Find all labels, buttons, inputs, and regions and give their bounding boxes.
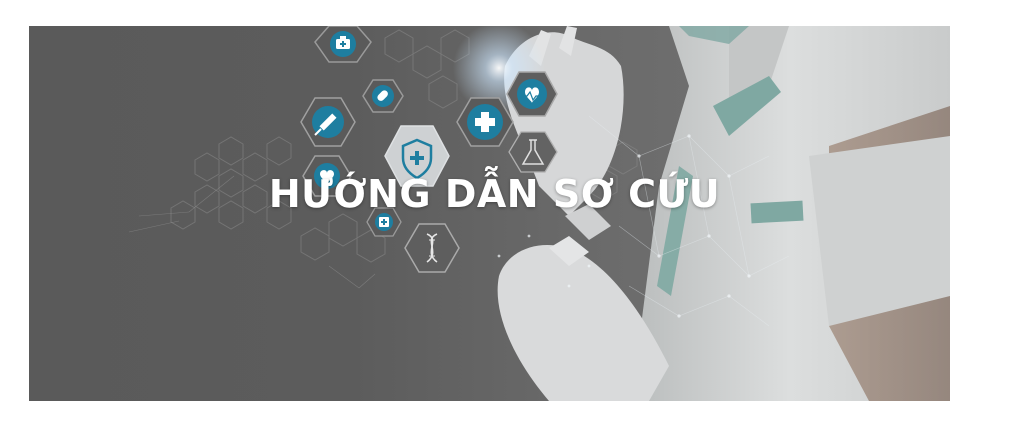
syringe-icon xyxy=(300,97,356,147)
banner-title: HƯỚNG DẪN SƠ CỨU xyxy=(268,172,721,216)
hero-banner: HƯỚNG DẪN SƠ CỨU xyxy=(29,26,950,401)
pill-icon xyxy=(362,79,404,113)
dna-icon xyxy=(404,223,460,273)
first-aid-kit-icon xyxy=(314,26,372,63)
